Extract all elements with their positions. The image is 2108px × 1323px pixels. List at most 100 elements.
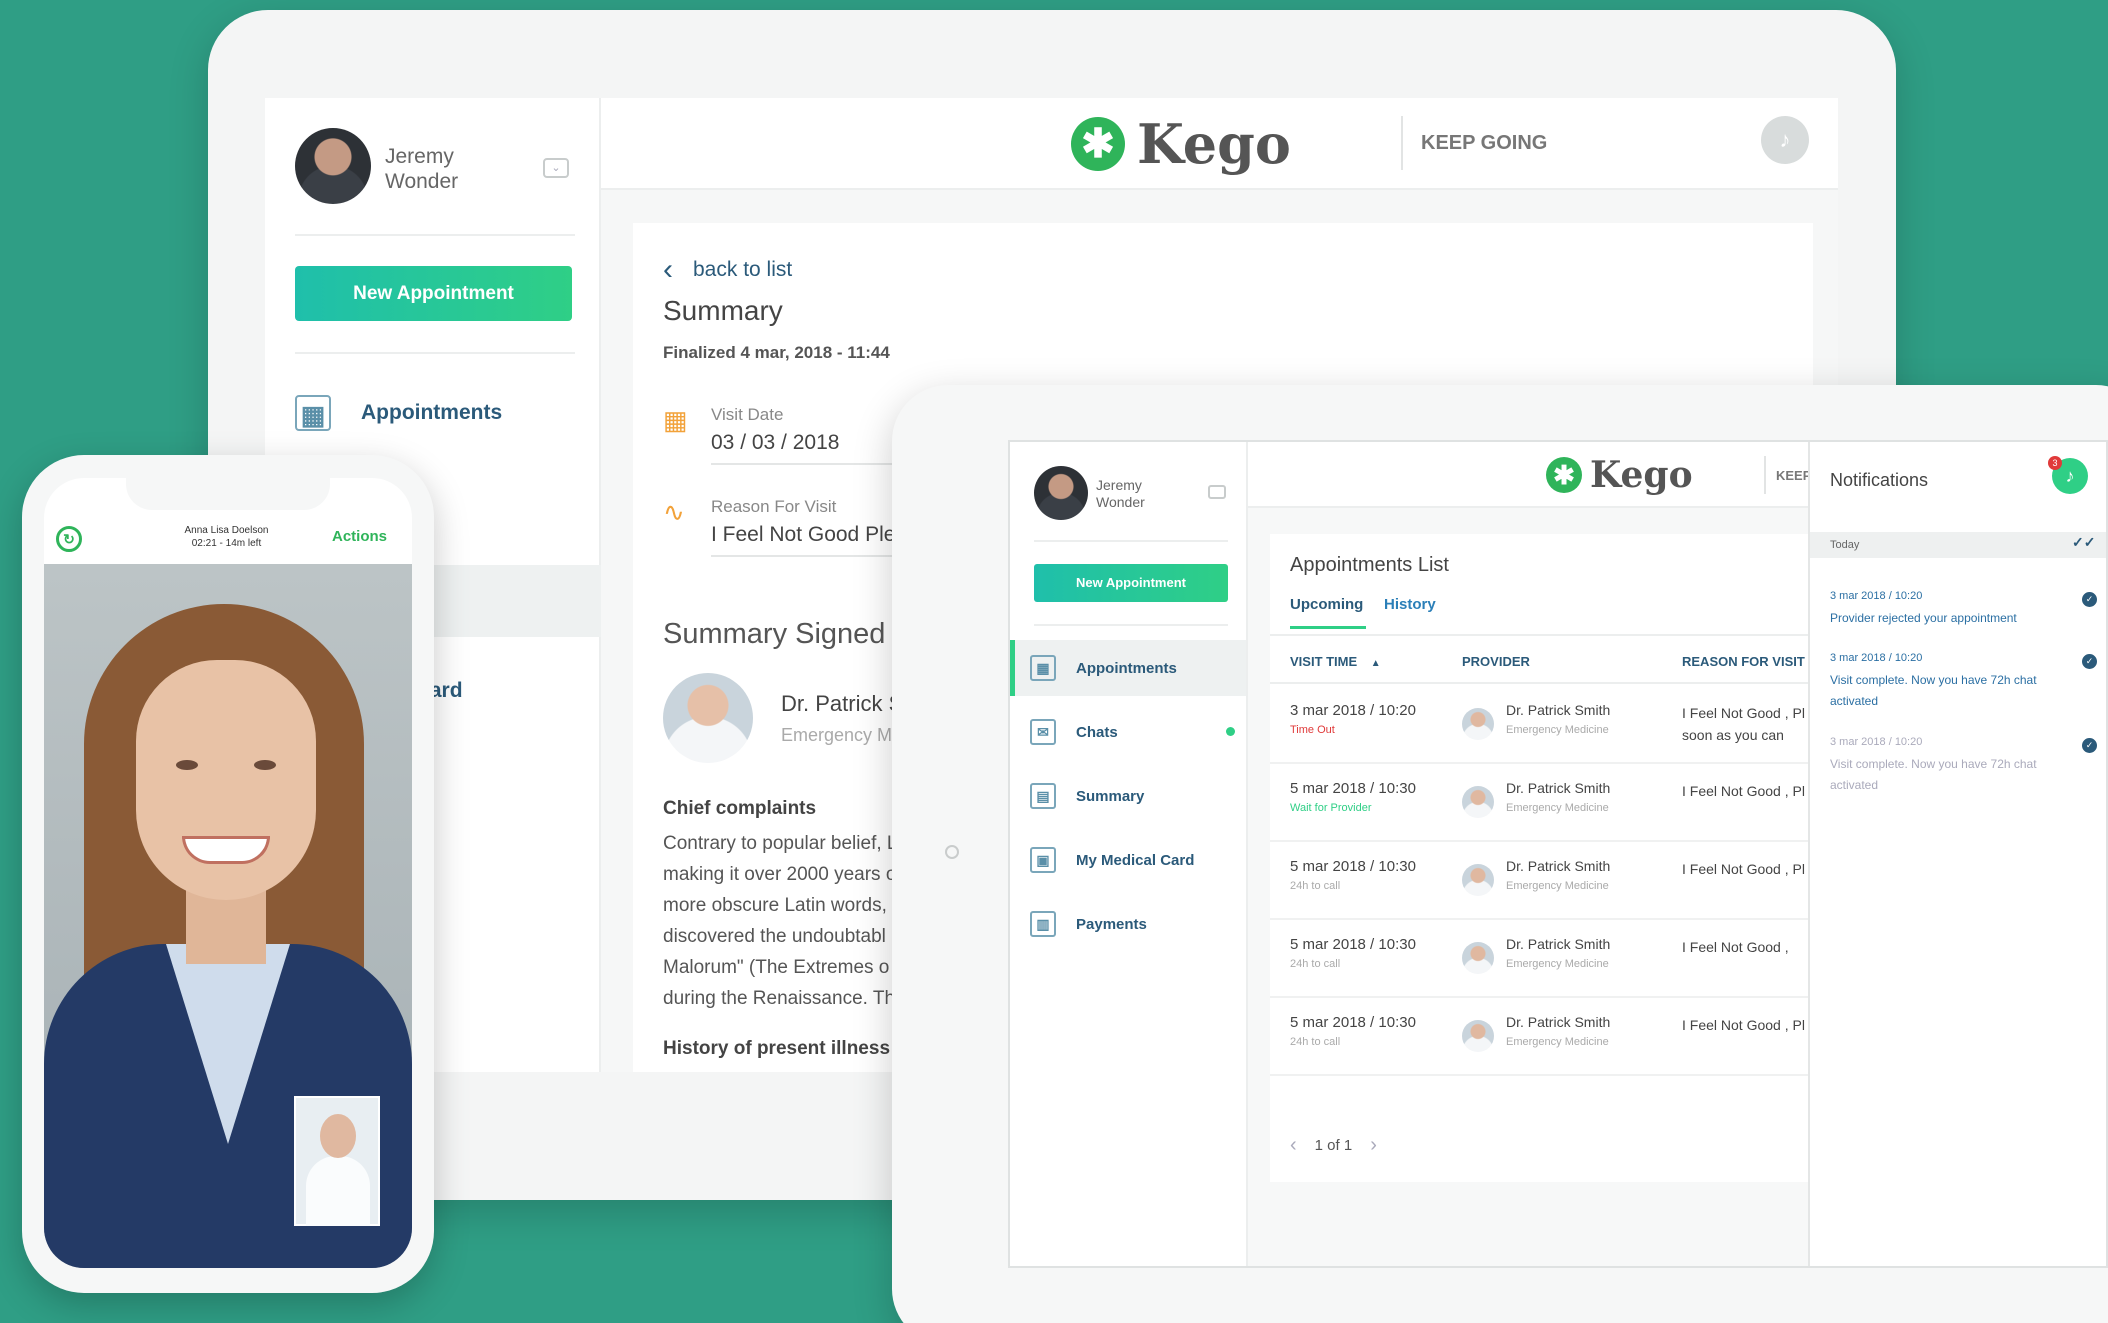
table-row[interactable]: 5 mar 2018 / 10:30 24h to call Dr. Patrick… <box>1270 920 1810 998</box>
calendar-icon: ▦ <box>1030 655 1056 681</box>
page-title: Appointments List <box>1290 554 1449 576</box>
table-row[interactable]: 5 mar 2018 / 10:30 Wait for Provider Dr. P… <box>1270 764 1810 842</box>
calendar-icon: ▦ <box>295 395 331 431</box>
provider-avatar <box>1462 864 1494 896</box>
doctor-avatar <box>663 673 753 763</box>
check-icon: ✓ <box>2082 654 2097 669</box>
chat-icon: ✉ <box>1030 719 1056 745</box>
sidebar-item-medical-card[interactable]: ▣ My Medical Card <box>1030 840 1194 880</box>
avatar[interactable] <box>295 128 371 204</box>
sidebar-item-appointments[interactable]: ▦ Appointments <box>295 388 502 438</box>
divider <box>1034 624 1228 626</box>
notification-item[interactable]: 3 mar 2018 / 10:20 Visit complete. Now yo… <box>1830 652 2080 712</box>
notifications-title: Notifications <box>1830 470 1929 490</box>
tablet-home-button <box>945 845 959 859</box>
back-to-list-link[interactable]: ‹ back to list <box>663 253 792 287</box>
page-title: Summary <box>663 295 783 326</box>
logo-divider <box>1764 456 1766 494</box>
new-appointment-button[interactable]: New Appointment <box>295 266 572 321</box>
visit-reason: I Feel Not Good , Pl <box>1682 1017 1805 1033</box>
provider-specialty: Emergency Medicine <box>1506 724 1609 736</box>
notification-item[interactable]: 3 mar 2018 / 10:20 Visit complete. Now yo… <box>1830 736 2080 796</box>
chief-complaints-heading: Chief complaints <box>663 798 817 819</box>
status-badge: Wait for Provider <box>1290 802 1372 814</box>
caller-info: Anna Lisa Doelson 02:21 - 14m left <box>184 525 269 549</box>
provider-name: Dr. Patrick Smith <box>1506 1014 1611 1030</box>
pagination: ‹ 1 of 1 › <box>1290 1134 1377 1157</box>
tablet-screen: Jeremy Wonder New Appointment ▦ Appointm… <box>1008 440 2108 1268</box>
sidebar-item-payments[interactable]: ▥ Payments <box>1030 904 1147 944</box>
tagline: KEEP GOING <box>1421 132 1548 154</box>
active-tab-indicator <box>1290 626 1366 629</box>
tablet-header: ✱ Kego KEEP GOING <box>1248 442 1858 508</box>
provider-avatar <box>1462 786 1494 818</box>
status-badge: 24h to call <box>1290 880 1341 892</box>
notification-item[interactable]: 3 mar 2018 / 10:20 Provider rejected your… <box>1830 590 2080 629</box>
bell-icon[interactable]: ♪ <box>1761 116 1809 164</box>
doctor-specialty: Emergency M <box>781 725 893 745</box>
user-menu-chevron-down-icon[interactable] <box>1208 485 1226 499</box>
status-badge: Time Out <box>1290 724 1335 736</box>
user-menu-chevron-down-icon[interactable]: ⌄ <box>543 158 569 178</box>
calendar-icon: ▦ <box>663 405 688 435</box>
provider-avatar <box>1462 708 1494 740</box>
switch-camera-icon[interactable]: ↻ <box>56 526 82 552</box>
self-view-pip[interactable] <box>294 1096 380 1226</box>
notification-count-badge: 3 <box>2048 456 2062 470</box>
tab-history[interactable]: History <box>1384 596 1436 613</box>
history-heading: History of present illness <box>663 1038 891 1059</box>
pip-doctor-coat <box>306 1156 370 1226</box>
logo-divider <box>1401 116 1403 170</box>
table-row[interactable]: 3 mar 2018 / 10:20 Time Out Dr. Patrick Sm… <box>1270 686 1810 764</box>
finalized-date: Finalized 4 mar, 2018 - 11:44 <box>663 343 890 362</box>
visit-reason: I Feel Not Good , <box>1682 939 1789 955</box>
phone-screen: ↻ Anna Lisa Doelson 02:21 - 14m left Act… <box>44 478 412 1268</box>
column-visit-time[interactable]: VISIT TIME ▲ <box>1290 654 1381 669</box>
provider-specialty: Emergency Medicine <box>1506 802 1609 814</box>
pulse-icon: ∿ <box>663 497 685 527</box>
chief-complaints-text: Contrary to popular belief, L making it … <box>663 833 902 1009</box>
payments-icon: ▥ <box>1030 911 1056 937</box>
tablet-sidebar: Jeremy Wonder New Appointment ▦ Appointm… <box>1010 442 1248 1266</box>
video-person-eye <box>176 760 198 770</box>
table-row[interactable]: 5 mar 2018 / 10:30 24h to call Dr. Patrick… <box>1270 842 1810 920</box>
laptop-header: ✱ Kego KEEP GOING ♪ <box>601 98 1838 190</box>
tab-upcoming[interactable]: Upcoming <box>1290 596 1363 613</box>
provider-specialty: Emergency Medicine <box>1506 1036 1609 1048</box>
appointments-panel: Appointments List Upcoming History VISIT… <box>1270 534 1810 1182</box>
video-feed <box>44 564 412 1268</box>
table-header: VISIT TIME ▲ PROVIDER REASON FOR VISIT <box>1270 634 1810 684</box>
pip-doctor-face <box>320 1114 356 1158</box>
actions-button[interactable]: Actions <box>332 528 387 545</box>
status-badge: 24h to call <box>1290 1036 1341 1048</box>
provider-name: Dr. Patrick Smith <box>1506 858 1611 874</box>
kego-logo: ✱ Kego <box>1546 454 1693 496</box>
provider-specialty: Emergency Medicine <box>1506 880 1609 892</box>
visit-reason: I Feel Not Good , Pl soon as you can <box>1682 705 1805 743</box>
visit-time: 5 mar 2018 / 10:30 <box>1290 936 1416 953</box>
avatar[interactable] <box>1034 466 1088 520</box>
column-reason[interactable]: REASON FOR VISIT <box>1682 654 1805 669</box>
doctor-name: Dr. Patrick S <box>781 691 904 716</box>
divider <box>295 352 575 354</box>
notifications-panel: Notifications ♪ 3 Today ✓✓ 3 mar 2018 / … <box>1808 442 2106 1266</box>
new-appointment-button[interactable]: New Appointment <box>1034 564 1228 602</box>
mark-all-read-icon[interactable]: ✓✓ <box>2072 534 2095 551</box>
check-icon: ✓ <box>2082 592 2097 607</box>
divider <box>295 234 575 236</box>
video-person-eye <box>254 760 276 770</box>
chevron-right-icon[interactable]: › <box>1370 1134 1377 1157</box>
sidebar-item-appointments[interactable]: ▦ Appointments <box>1030 648 1177 688</box>
chevron-left-icon: ‹ <box>663 253 673 286</box>
table-row[interactable]: 5 mar 2018 / 10:30 24h to call Dr. Patrick… <box>1270 998 1810 1076</box>
visit-time: 5 mar 2018 / 10:30 <box>1290 858 1416 875</box>
provider-name: Dr. Patrick Smith <box>1506 936 1611 952</box>
sort-ascending-icon: ▲ <box>1370 658 1381 669</box>
column-provider[interactable]: PROVIDER <box>1462 654 1530 669</box>
sidebar-item-chats[interactable]: ✉ Chats <box>1030 712 1118 752</box>
status-badge: 24h to call <box>1290 958 1341 970</box>
chevron-left-icon[interactable]: ‹ <box>1290 1134 1297 1157</box>
sidebar-item-summary[interactable]: ▤ Summary <box>1030 776 1144 816</box>
provider-avatar <box>1462 942 1494 974</box>
kego-logo-icon: ✱ <box>1546 457 1582 493</box>
